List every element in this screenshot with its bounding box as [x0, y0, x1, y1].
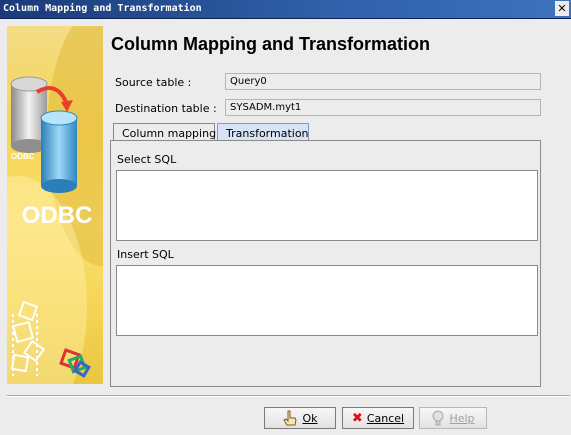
destination-table-field: SYSADM.myt1 — [225, 99, 541, 116]
close-icon[interactable]: ✕ — [555, 1, 569, 16]
cancel-x-icon: ✖ — [351, 410, 363, 426]
select-sql-input[interactable] — [116, 170, 538, 241]
insert-sql-input[interactable] — [116, 265, 538, 336]
footer-divider — [7, 395, 570, 397]
destination-table-label: Destination table : — [115, 102, 217, 115]
insert-sql-label: Insert SQL — [117, 248, 174, 261]
source-table-field: Query0 — [225, 73, 541, 90]
tab-transformation[interactable]: Transformation — [217, 123, 309, 141]
hand-pointer-icon — [283, 410, 298, 426]
title-bar: Column Mapping and Transformation ✕ — [0, 0, 571, 19]
ok-button-label: Ok — [302, 411, 318, 425]
help-button-label: Help — [449, 411, 475, 425]
page-title: Column Mapping and Transformation — [111, 34, 430, 54]
transformation-panel: Select SQL Insert SQL — [110, 140, 541, 387]
tab-column-mapping[interactable]: Column mapping — [113, 123, 216, 141]
cancel-button-label: Cancel — [366, 411, 405, 425]
source-table-label: Source table : — [115, 76, 192, 89]
sidebar-brand-text: ODBC — [21, 202, 93, 229]
help-button[interactable]: Help — [419, 407, 487, 429]
database-transfer-icon: ODBC — [10, 76, 78, 193]
select-sql-label: Select SQL — [117, 153, 177, 166]
sidebar-banner: ODBC ODBC — [7, 26, 103, 384]
ok-button[interactable]: Ok — [264, 407, 336, 429]
sidebar-icon-text: ODBC — [11, 152, 35, 161]
help-lightbulb-icon — [432, 410, 444, 426]
window-title: Column Mapping and Transformation — [3, 3, 202, 14]
cubes-illustration-icon — [10, 300, 91, 378]
cancel-button[interactable]: ✖ Cancel — [342, 407, 414, 429]
